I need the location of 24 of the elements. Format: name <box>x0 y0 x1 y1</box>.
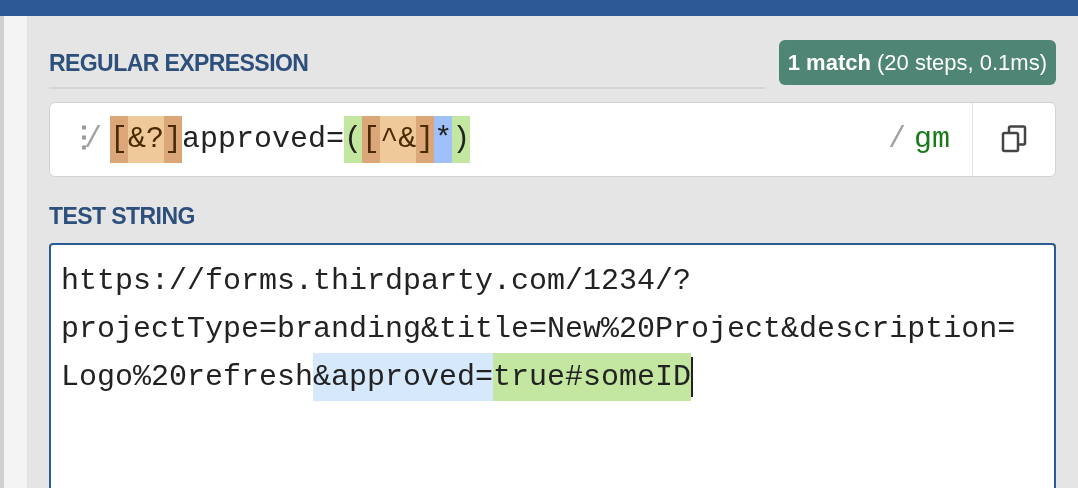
regex-flags[interactable]: gm <box>914 116 950 162</box>
literal-token: approved= <box>182 120 345 158</box>
quantifier-token: * <box>434 115 453 163</box>
regex-delimiter: / <box>887 120 906 158</box>
test-string-field[interactable]: https://forms.thirdparty.com/1234/? projectType=branding&title=New%20Project&description= Logo%20refresh&approved=true#someID <box>49 243 1056 488</box>
text-cursor <box>691 357 694 397</box>
match-highlight: &approved= <box>313 353 494 401</box>
section-heading: REGULAR EXPRESSION <box>49 50 309 76</box>
group-token: ) <box>452 115 471 163</box>
group-token: ( <box>344 115 363 163</box>
copy-icon <box>1001 125 1027 153</box>
character-set-bracket: ] <box>164 115 183 163</box>
test-text: https://forms.thirdparty.com/1234/? <box>61 263 692 300</box>
character-set-bracket: ] <box>416 115 435 163</box>
character-set-token: ^& <box>380 115 417 163</box>
regex-field[interactable]: ⋮/ [&?]approved=([^&]*) / gm <box>49 101 1056 177</box>
character-set-bracket: [ <box>362 115 381 163</box>
test-text: Logo%20refresh <box>61 359 314 396</box>
group-highlight: true#someID <box>493 353 692 401</box>
character-set-token: &? <box>128 115 165 163</box>
section-heading: TEST STRING <box>49 202 195 229</box>
test-text: projectType=branding&title=New%20Project&description= <box>61 311 1016 348</box>
character-set-bracket: [ <box>110 115 129 163</box>
match-count-badge: 1 match (20 steps, 0.1ms) <box>778 39 1056 85</box>
